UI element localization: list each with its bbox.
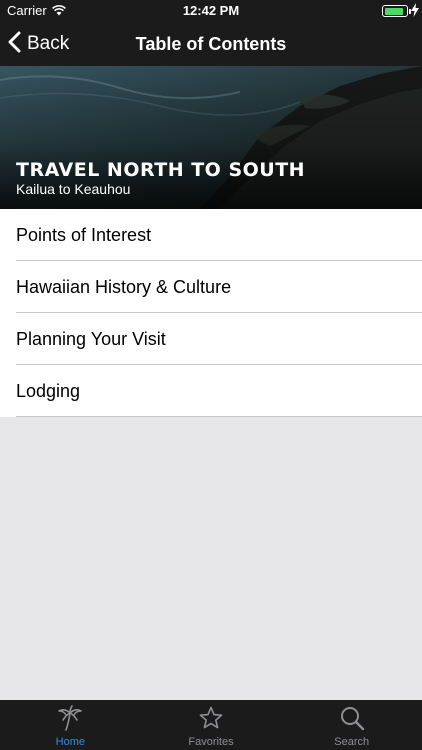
- hero-subtitle: Kailua to Keauhou: [16, 181, 131, 197]
- list-item-lodging[interactable]: Lodging: [0, 365, 422, 417]
- status-bar: Carrier 12:42 PM: [0, 0, 422, 22]
- search-icon: [340, 707, 364, 731]
- list-item-label: Hawaiian History & Culture: [16, 277, 232, 297]
- tab-label: Favorites: [188, 736, 234, 748]
- hero-banner: TRAVEL NORTH TO SOUTH Kailua to Keauhou: [0, 66, 422, 209]
- charging-icon: [411, 3, 419, 20]
- list-item-label: Planning Your Visit: [16, 329, 166, 349]
- star-icon: [199, 706, 223, 729]
- divider: [16, 416, 422, 417]
- navigation-bar: Back Table of Contents: [0, 22, 422, 66]
- list-item-label: Lodging: [16, 381, 81, 401]
- hero-title: TRAVEL NORTH TO SOUTH: [16, 159, 306, 181]
- list-item-label: Points of Interest: [16, 225, 152, 245]
- page-title: Table of Contents: [135, 34, 287, 54]
- tab-label: Search: [334, 736, 370, 748]
- tab-bar: Home Favorites Search: [0, 700, 422, 750]
- tab-label: Home: [55, 736, 85, 748]
- palm-tree-icon: [58, 705, 83, 731]
- table-of-contents-list: Points of Interest Hawaiian History & Cu…: [0, 209, 422, 417]
- list-item-planning-your-visit[interactable]: Planning Your Visit: [0, 313, 422, 365]
- battery-icon: [382, 5, 408, 17]
- clock: 12:42 PM: [182, 3, 240, 18]
- tab-search[interactable]: Search: [281, 700, 422, 750]
- tab-home[interactable]: Home: [0, 700, 141, 750]
- list-item-hawaiian-history-culture[interactable]: Hawaiian History & Culture: [0, 261, 422, 313]
- tab-favorites[interactable]: Favorites: [141, 700, 282, 750]
- list-item-points-of-interest[interactable]: Points of Interest: [0, 209, 422, 261]
